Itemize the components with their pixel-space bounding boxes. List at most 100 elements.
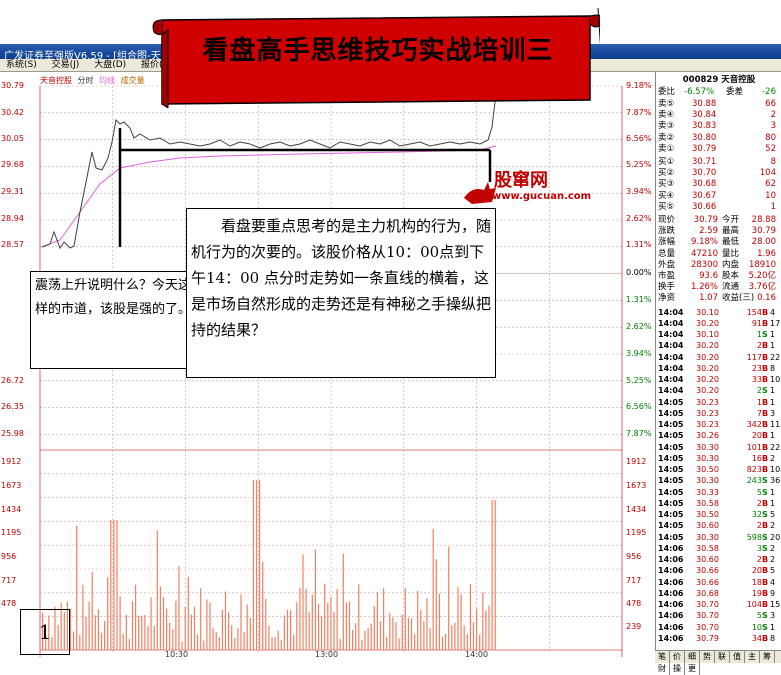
tick-price: 30.20 — [696, 318, 719, 328]
pct-label: 3.94% — [626, 349, 652, 358]
tick-count: 1 — [770, 397, 776, 407]
sell-price: 30.79 — [692, 143, 717, 154]
sell-row: 卖③ 30.83 3 — [658, 121, 780, 132]
volume-bar — [308, 612, 310, 650]
tick-row: 14:04 30.10 1 S 1 — [658, 329, 780, 340]
stat-value: 5.20亿 — [748, 271, 776, 281]
tick-time: 14:05 — [658, 431, 684, 441]
tick-volume: 2 — [756, 555, 762, 565]
volume-bar — [131, 601, 134, 650]
stat-value: 2.59 — [699, 226, 718, 237]
tick-volume: 1 — [756, 330, 762, 340]
tick-side: S — [762, 386, 768, 396]
tick-row: 14:06 30.68 19 B 9 — [658, 588, 780, 599]
volume-bar — [321, 615, 323, 650]
volume-bar — [187, 576, 189, 650]
buy-price: 30.66 — [692, 201, 717, 212]
stat-value: 30.79 — [693, 215, 718, 225]
price-label: 25.98 — [1, 429, 24, 438]
volume-bar — [392, 617, 394, 650]
panel-tab[interactable]: 联 — [715, 651, 730, 663]
tick-count: 4 — [770, 577, 776, 587]
tick-count: 1 — [770, 498, 776, 508]
vol-label-right: 1912 — [626, 457, 647, 466]
tick-price: 30.66 — [696, 566, 719, 576]
tick-row: 14:06 30.66 20 B 5 — [658, 565, 780, 576]
volume-bar — [91, 571, 93, 650]
volume-bar — [466, 634, 468, 650]
volume-bar — [336, 589, 338, 650]
volume-bar — [305, 588, 307, 650]
tick-volume: 101 — [746, 442, 762, 452]
tick-price: 30.70 — [696, 600, 719, 610]
panel-tab[interactable]: 值 — [730, 651, 745, 663]
volume-bar — [97, 609, 99, 650]
panel-tab[interactable]: 操 — [670, 663, 685, 675]
sell-label: 卖③ — [658, 121, 675, 132]
weicha-label: 委差 — [726, 87, 744, 97]
buy-vol: 62 — [765, 179, 776, 190]
volume-bar — [420, 609, 422, 650]
panel-tab[interactable]: 筹 — [760, 651, 775, 663]
tick-volume: 154 — [746, 307, 762, 317]
volume-bar — [85, 616, 87, 650]
tick-price: 30.60 — [696, 521, 719, 531]
sell-label: 卖② — [658, 132, 675, 143]
tick-time: 14:05 — [658, 408, 684, 418]
tick-time: 14:04 — [658, 375, 684, 385]
volume-bar — [82, 584, 84, 650]
pct-label: 5.25% — [626, 160, 652, 169]
panel-tab[interactable]: 笔 — [655, 651, 670, 663]
tick-count: 1 — [770, 431, 776, 441]
tick-side: S — [762, 611, 768, 621]
stat-row: 现价 30.79 今开 28.88 — [658, 215, 780, 226]
tick-side: B — [762, 420, 769, 430]
sell-price: 30.88 — [692, 99, 717, 109]
panel-tab[interactable]: 财 — [655, 663, 670, 675]
volume-bar — [88, 601, 90, 650]
panel-tab[interactable]: 价 — [670, 651, 685, 663]
panel-tab[interactable]: 细 — [685, 651, 700, 663]
panel-tab[interactable]: 势 — [700, 651, 715, 663]
volume-bar — [404, 587, 406, 650]
panel-tab[interactable]: 更 — [685, 663, 700, 675]
tick-time: 14:05 — [658, 465, 684, 475]
stat-row: 外盘 28300 内盘 18910 — [658, 260, 780, 271]
menu-trade[interactable]: 交易(J) — [52, 60, 80, 70]
volume-bar — [429, 628, 431, 650]
tick-side: B — [762, 521, 769, 531]
tick-row: 14:05 30.23 342 B 11 — [658, 419, 780, 430]
tick-time: 14:04 — [658, 363, 684, 373]
pct-label: 2.62% — [626, 322, 652, 331]
stat-value: 1.96 — [757, 248, 776, 259]
panel-tab[interactable]: 主 — [745, 651, 760, 663]
stat-label: 最高 — [722, 226, 740, 237]
tick-volume: 16 — [751, 453, 762, 463]
tick-side: S — [762, 622, 768, 632]
menu-system[interactable]: 系统(S) — [6, 60, 37, 70]
volume-bar — [317, 603, 320, 650]
tick-row: 14:04 30.20 117 B 22 — [658, 352, 780, 363]
tick-price: 30.30 — [696, 453, 719, 463]
tick-time: 14:04 — [658, 307, 684, 317]
tick-side: B — [762, 555, 769, 565]
tick-volume: 23 — [751, 363, 762, 373]
tick-price: 30.23 — [696, 397, 719, 407]
weibi-label: 委比 — [658, 87, 676, 97]
tick-row: 14:05 30.30 16 B 2 — [658, 453, 780, 464]
volume-bar — [73, 631, 75, 650]
volume-bar — [479, 634, 481, 650]
sell-label: 卖④ — [658, 110, 675, 121]
sell-vol: 2 — [770, 110, 776, 121]
volume-bar — [339, 638, 341, 650]
price-label: 30.05 — [1, 134, 24, 143]
tick-volume: 1 — [756, 397, 762, 407]
menu-market[interactable]: 大盘(D) — [94, 60, 126, 70]
stat-value: 28.88 — [751, 215, 776, 225]
tick-row: 14:05 30.58 2 B 1 — [658, 498, 780, 509]
tick-row: 14:04 30.10 154 B 4 — [658, 307, 780, 318]
tick-time: 14:06 — [658, 543, 684, 553]
buy-row: 买③ 30.68 62 — [658, 179, 780, 190]
tick-price: 30.58 — [696, 543, 719, 553]
stat-label: 最低 — [722, 237, 740, 248]
